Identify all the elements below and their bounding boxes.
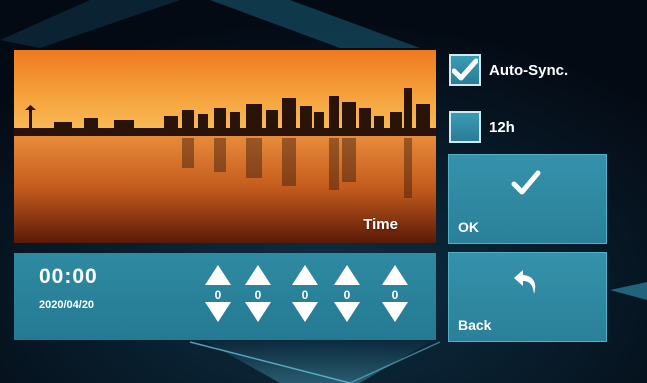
increase-arrow-icon[interactable] [380,263,410,287]
current-time: 00:00 [39,265,98,288]
auto-sync-label: Auto-Sync. [489,61,569,79]
checkmark-icon [452,58,478,81]
digit-spinner-2: 0 [243,263,273,333]
back-button[interactable]: Back [448,252,607,342]
decrease-arrow-icon[interactable] [380,300,410,324]
increase-arrow-icon[interactable] [203,263,233,287]
time-setting-panel: 00:00 2020/04/20 0 0 0 0 0 [14,253,436,340]
increase-arrow-icon[interactable] [290,263,320,287]
decrease-arrow-icon[interactable] [290,300,320,324]
digit-spinner-3: 0 [290,263,320,333]
decrease-arrow-icon[interactable] [243,300,273,324]
ok-button[interactable]: OK [448,154,607,244]
12h-checkbox[interactable] [449,111,481,143]
digit-spinner-4: 0 [332,263,362,333]
city-skyline-sunset-image [14,50,436,243]
digit-spinner-5: 0 [380,263,410,333]
auto-sync-option[interactable]: Auto-Sync. [449,53,568,87]
decrease-arrow-icon[interactable] [203,300,233,324]
digit-spinner-1: 0 [203,263,233,333]
time-photo-panel: Time [14,50,436,243]
12h-option[interactable]: 12h [449,110,515,144]
current-date: 2020/04/20 [39,299,95,311]
decrease-arrow-icon[interactable] [332,300,362,324]
ok-button-label: OK [458,219,479,235]
12h-label: 12h [489,118,515,136]
back-button-label: Back [458,317,492,333]
checkmark-icon [511,170,541,195]
increase-arrow-icon[interactable] [243,263,273,287]
back-arrow-icon [514,270,536,294]
auto-sync-checkbox[interactable] [449,54,481,86]
increase-arrow-icon[interactable] [332,263,362,287]
photo-label: Time [363,216,398,233]
